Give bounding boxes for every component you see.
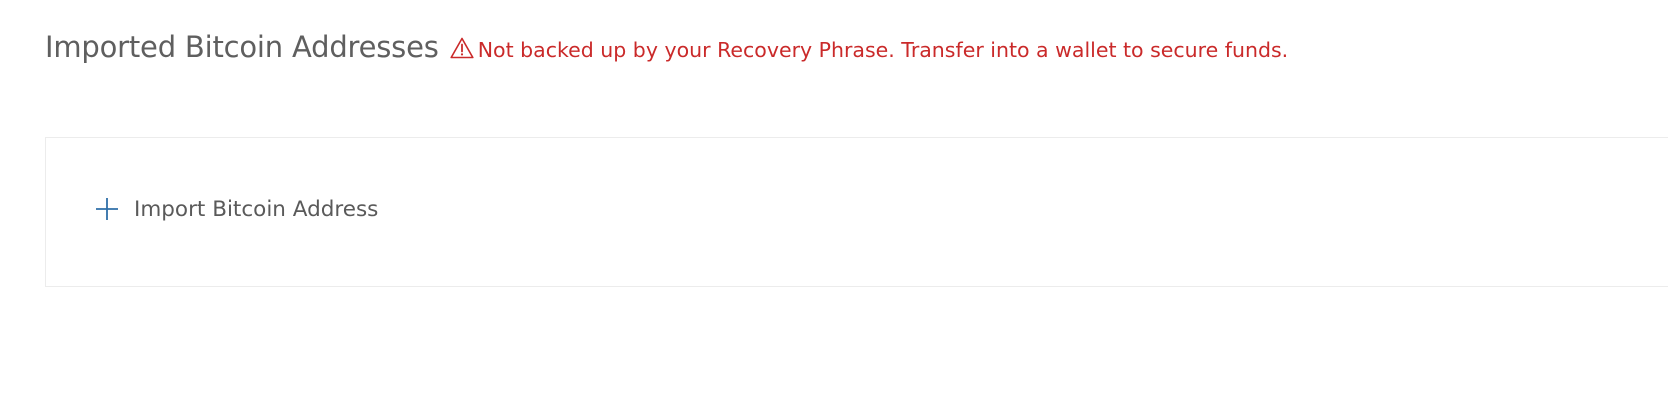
- backup-warning-text: Not backed up by your Recovery Phrase. T…: [477, 38, 1289, 62]
- plus-icon: [94, 196, 120, 222]
- section-header: Imported Bitcoin Addresses Not backed up…: [45, 28, 1315, 71]
- section-title: Imported Bitcoin Addresses: [45, 30, 439, 64]
- warning-triangle-icon: [450, 33, 474, 59]
- imported-addresses-page: Imported Bitcoin Addresses Not backed up…: [0, 0, 1668, 400]
- backup-warning: Not backed up by your Recovery Phrase. T…: [450, 37, 1289, 62]
- imported-addresses-panel: Import Bitcoin Address: [45, 137, 1668, 287]
- import-bitcoin-address-button[interactable]: Import Bitcoin Address: [94, 196, 378, 222]
- import-bitcoin-address-label: Import Bitcoin Address: [134, 196, 379, 222]
